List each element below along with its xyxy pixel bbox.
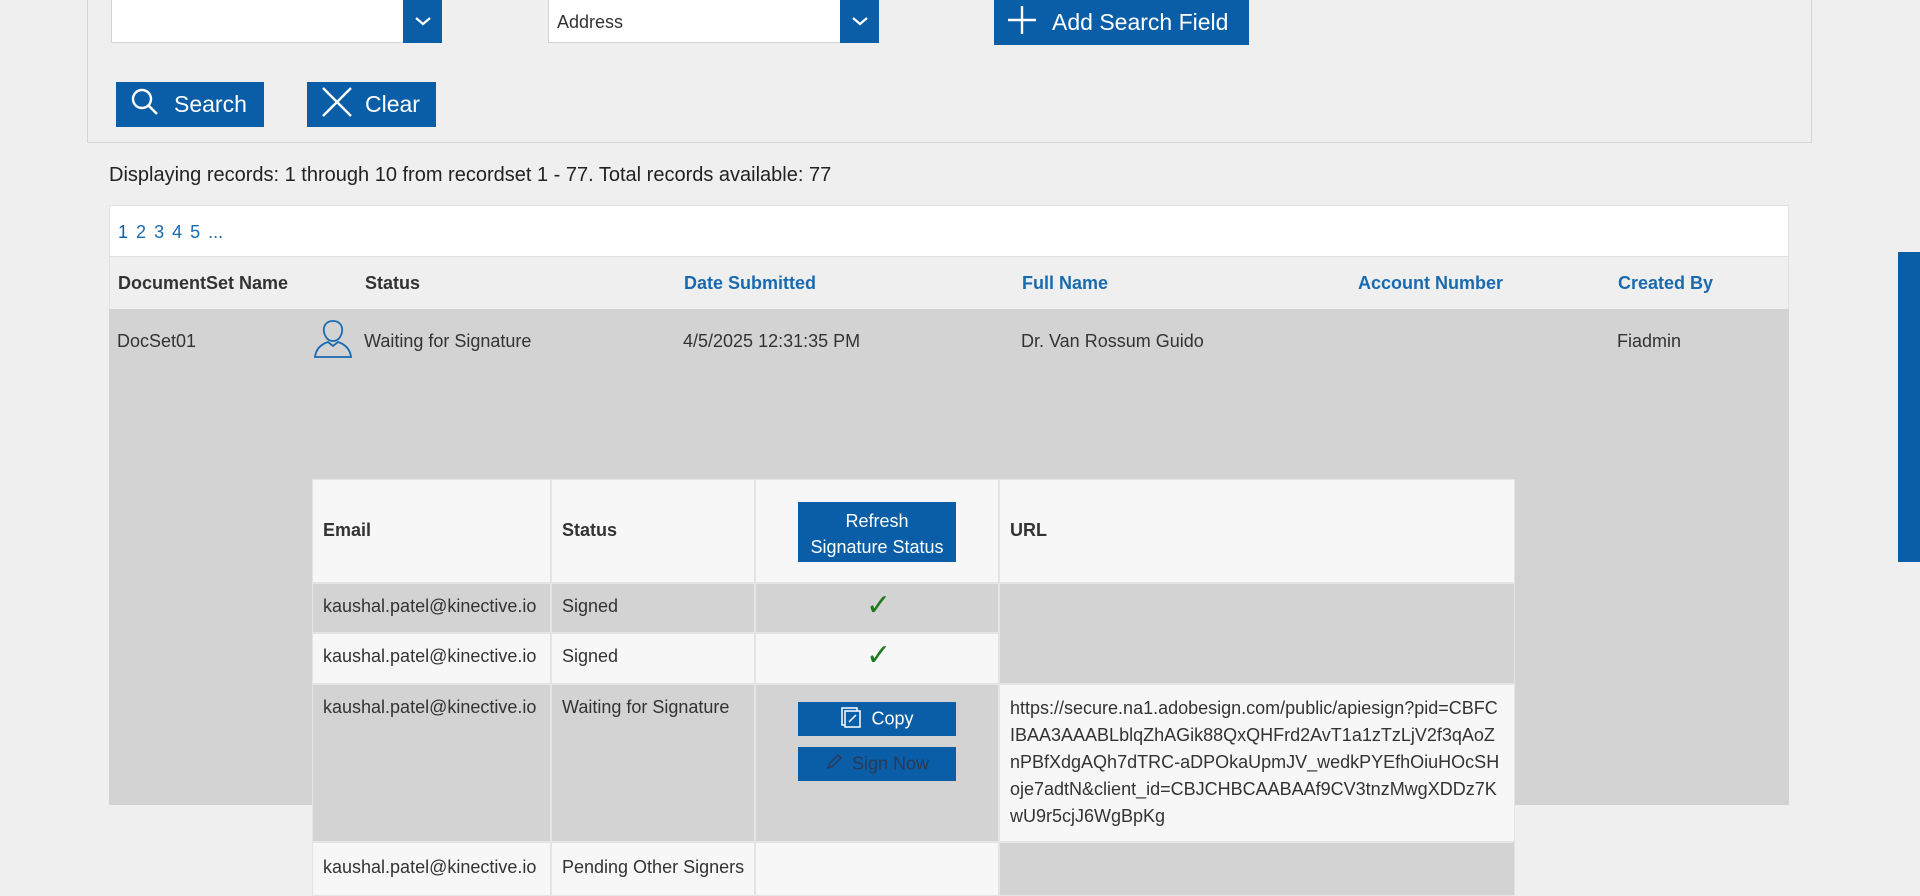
signer-status: Signed <box>551 583 755 633</box>
clear-label: Clear <box>365 91 420 117</box>
scrollbar[interactable] <box>1898 252 1920 562</box>
records-info: Displaying records: 1 through 10 from re… <box>109 164 832 186</box>
close-icon <box>321 86 353 123</box>
page-link-4[interactable]: 4 <box>172 222 182 242</box>
signer-email: kaushal.patel@kinective.io <box>312 583 551 633</box>
user-icon[interactable] <box>311 315 355 364</box>
search-button[interactable]: Search <box>116 82 264 127</box>
docset-name: DocSet01 <box>117 331 197 351</box>
record-date: 4/5/2025 12:31:35 PM <box>683 331 861 351</box>
signer-url <box>999 583 1515 684</box>
column-header-account-number[interactable]: Account Number <box>1358 273 1503 294</box>
search-field-value-select[interactable] <box>111 0 442 43</box>
add-search-field-button[interactable]: Add Search Field <box>994 0 1249 45</box>
table-header: DocumentSet Name Status Date Submitted F… <box>109 257 1789 309</box>
add-search-field-label: Add Search Field <box>1052 8 1229 35</box>
column-header-full-name[interactable]: Full Name <box>1022 273 1108 294</box>
select-value: Address <box>557 12 624 32</box>
search-panel: Address Add Search Field Search Clear <box>87 0 1812 143</box>
signers-header-refresh: Refresh Signature Status <box>755 479 999 583</box>
checkmark-icon: ✓ <box>866 639 892 672</box>
record-full-name: Dr. Van Rossum Guido <box>1021 331 1204 351</box>
sign-now-button[interactable]: Sign Now <box>798 747 956 781</box>
chevron-down-icon[interactable] <box>840 0 879 43</box>
signers-table: Email Status Refresh Signature Status UR… <box>312 479 1515 896</box>
pencil-icon <box>825 753 843 776</box>
search-icon <box>130 87 160 122</box>
column-header-status: Status <box>365 273 421 293</box>
search-field-type-select[interactable]: Address <box>548 0 879 43</box>
signer-action: ✓ <box>755 583 999 633</box>
record-status: Waiting for Signature <box>364 331 532 351</box>
record-created-by: Fiadmin <box>1617 331 1682 351</box>
copy-icon <box>840 706 862 733</box>
signer-url <box>999 842 1515 896</box>
copy-label: Copy <box>871 708 914 729</box>
signer-status: Pending Other Signers <box>551 842 755 896</box>
signers-header-url: URL <box>999 479 1515 583</box>
page-link-1[interactable]: 1 <box>118 222 128 242</box>
pagination: 1 2 3 4 5 ... <box>109 205 1789 257</box>
clear-button[interactable]: Clear <box>307 82 436 127</box>
signers-header-status: Status <box>551 479 755 583</box>
chevron-down-icon[interactable] <box>403 0 442 43</box>
results-table: 1 2 3 4 5 ... DocumentSet Name Status Da… <box>109 205 1789 896</box>
signer-email: kaushal.patel@kinective.io <box>312 842 551 896</box>
sign-now-label: Sign Now <box>851 753 930 774</box>
plus-icon <box>1006 4 1038 41</box>
page-link-5[interactable]: 5 <box>190 222 200 242</box>
page-link-3[interactable]: 3 <box>154 222 164 242</box>
copy-button[interactable]: Copy <box>798 702 956 736</box>
signer-status: Waiting for Signature <box>551 684 755 842</box>
column-header-created-by[interactable]: Created By <box>1618 273 1713 294</box>
signer-action: Copy Sign Now <box>755 684 999 842</box>
refresh-signature-status-button[interactable]: Refresh Signature Status <box>798 502 956 562</box>
checkmark-icon: ✓ <box>866 589 892 622</box>
page-link-2[interactable]: 2 <box>136 222 146 242</box>
signer-url: https://secure.na1.adobesign.com/public/… <box>999 684 1515 842</box>
signer-email: kaushal.patel@kinective.io <box>312 684 551 842</box>
signers-header-email: Email <box>312 479 551 583</box>
column-header-docset: DocumentSet Name <box>118 273 289 293</box>
signer-action: ✓ <box>755 633 999 684</box>
page-link-more[interactable]: ... <box>208 222 223 242</box>
search-label: Search <box>174 91 247 117</box>
signing-url[interactable]: https://secure.na1.adobesign.com/public/… <box>1010 695 1500 830</box>
signer-action <box>755 842 999 896</box>
column-header-date-submitted[interactable]: Date Submitted <box>684 273 816 294</box>
signer-email: kaushal.patel@kinective.io <box>312 633 551 684</box>
signer-status: Signed <box>551 633 755 684</box>
